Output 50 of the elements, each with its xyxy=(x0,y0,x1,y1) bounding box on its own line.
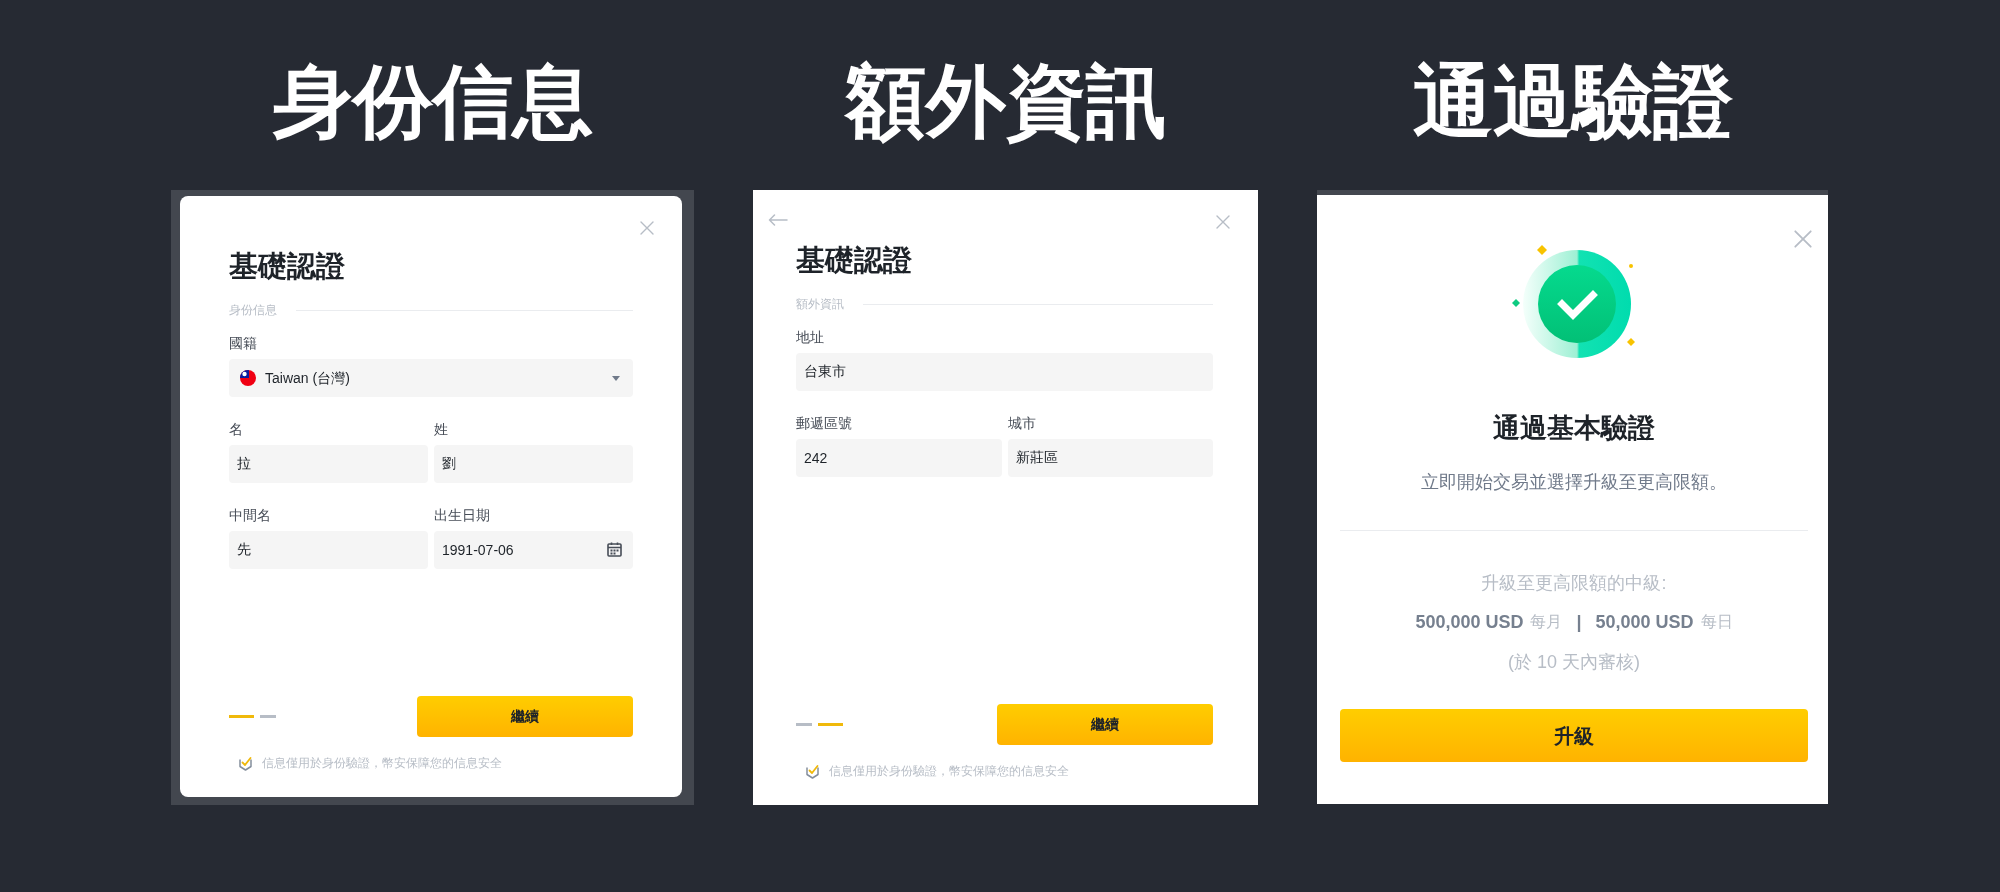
limit-period: 每日 xyxy=(1700,612,1733,632)
shield-check-icon xyxy=(806,763,819,779)
limit-amount: 500,000 USD xyxy=(1415,611,1524,634)
field-label: 城市 xyxy=(1007,414,1036,433)
dialog-title: 基礎認證 xyxy=(229,249,345,284)
shield-check-icon xyxy=(239,755,252,771)
country-select[interactable]: Taiwan (台灣) xyxy=(229,359,633,397)
step-heading: 身份信息 xyxy=(272,62,593,142)
sparkle-icon xyxy=(1627,338,1635,346)
sparkle-icon xyxy=(1512,299,1520,307)
continue-button[interactable]: 繼續 xyxy=(417,696,633,737)
review-note: (於 10 天內審核) xyxy=(1508,651,1640,674)
text-field[interactable]: 拉 xyxy=(229,445,428,483)
text-field[interactable]: 台東市 xyxy=(796,353,1213,391)
section-label: 身份信息 xyxy=(229,302,277,318)
upgrade-button[interactable]: 升級 xyxy=(1340,709,1808,762)
success-title: 通過基本驗證 xyxy=(1493,412,1655,444)
limit-amount: 50,000 USD xyxy=(1595,611,1694,634)
calendar-icon[interactable] xyxy=(607,542,622,557)
caret-icon xyxy=(612,375,620,381)
close-icon[interactable] xyxy=(1794,230,1812,248)
flag-icon xyxy=(240,370,256,386)
sparkle-icon xyxy=(1537,245,1547,255)
text-field[interactable]: 劉 xyxy=(434,445,633,483)
privacy-note: 信息僅用於身份驗證，幣安保障您的信息安全 xyxy=(262,755,502,771)
limit-period: 每月 xyxy=(1530,612,1563,632)
text-field[interactable]: 新莊區 xyxy=(1007,439,1213,477)
text-field[interactable]: 242 xyxy=(796,439,1002,477)
field-label: 地址 xyxy=(796,328,824,347)
close-icon[interactable] xyxy=(1216,215,1230,229)
step-heading: 通過驗證 xyxy=(1412,62,1733,142)
close-icon[interactable] xyxy=(640,221,654,235)
field-label: 郵遞區號 xyxy=(796,414,852,433)
sparkle-icon xyxy=(1629,264,1633,268)
field-label: 姓 xyxy=(434,420,448,439)
section-label: 額外資訊 xyxy=(796,296,844,312)
field-label: 中間名 xyxy=(229,506,271,525)
dialog-title: 基礎認證 xyxy=(796,243,912,278)
success-subtitle: 立即開始交易並選擇升級至更高限額。 xyxy=(1421,471,1727,494)
continue-button[interactable]: 繼續 xyxy=(997,704,1213,745)
limit-separator: | xyxy=(1576,611,1582,634)
text-field[interactable]: 先 xyxy=(229,531,428,569)
field-label: 名 xyxy=(229,420,243,439)
upgrade-label: 升級至更高限額的中級: xyxy=(1481,572,1667,595)
field-label: 出生日期 xyxy=(434,506,490,525)
privacy-note: 信息僅用於身份驗證，幣安保障您的信息安全 xyxy=(829,763,1069,779)
check-circle-icon xyxy=(1523,250,1631,358)
back-arrow-icon[interactable] xyxy=(768,214,788,226)
field-label: 國籍 xyxy=(229,334,257,353)
date-field[interactable]: 1991-07-06 xyxy=(434,531,633,569)
